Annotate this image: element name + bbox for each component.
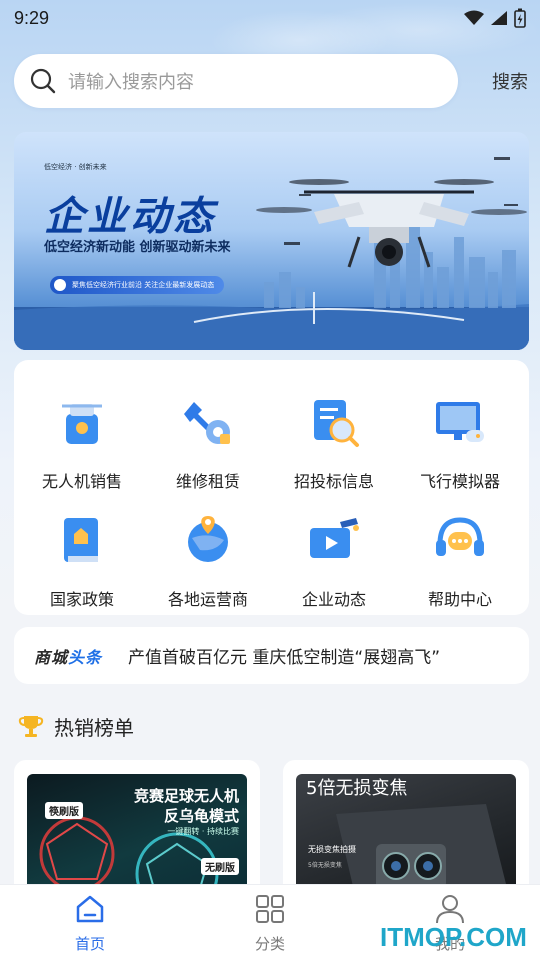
search-bar: 请输入搜索内容 搜索 [14, 54, 530, 108]
status-time: 9:29 [14, 7, 50, 28]
product-card[interactable]: 5倍无损变焦 无损变焦拍摄 5倍无损变焦 [283, 760, 529, 900]
product-subtitle: 无损变焦拍摄 [308, 845, 356, 854]
banner-pill: 聚焦低空经济行业前沿 关注企业最新发展动态 [50, 276, 225, 294]
grid-item-help[interactable]: 帮助中心 [396, 484, 524, 609]
banner-title: 企业动态 [44, 194, 216, 240]
battery-icon [514, 8, 526, 28]
news-ticker[interactable]: 商城头条 产值首破百亿元 重庆低空制造“展翅高飞” [14, 627, 529, 684]
signal-icon [491, 11, 507, 25]
product-badge: 无刷版 [201, 858, 239, 875]
grid-item-news[interactable]: 企业动态 [270, 484, 398, 609]
news-brand: 商城头条 [34, 644, 102, 668]
banner-pill-text: 聚焦低空经济行业前沿 关注企业最新发展动态 [72, 281, 215, 289]
status-icons [464, 8, 526, 28]
product-image: 竞赛足球无人机 反乌龟模式 一键翻转 · 持续比赛 筷刷版 无刷版 [27, 774, 247, 900]
banner-small-text: 低空经济 · 创新未来 [44, 163, 107, 171]
banner-subtitle: 低空经济新动能 创新驱动新未来 [44, 240, 231, 255]
grid-item-simulator[interactable]: 飞行模拟器 [396, 366, 524, 491]
drone-sale-icon [62, 404, 102, 444]
document-search-icon [314, 400, 359, 447]
grid-label: 帮助中心 [427, 590, 492, 609]
search-placeholder: 请输入搜索内容 [68, 72, 194, 93]
product-title: 竞赛足球无人机 反乌龟模式 [134, 786, 239, 826]
product-title: 5倍无损变焦 [306, 778, 408, 799]
grid-label: 企业动态 [301, 590, 366, 609]
tab-home[interactable]: 首页 [40, 893, 140, 954]
bell-icon [54, 279, 66, 291]
grid-item-operators[interactable]: 各地运营商 [144, 484, 272, 609]
grid-item-policy[interactable]: 国家政策 [18, 484, 146, 609]
video-graduation-icon [310, 518, 359, 558]
watermark: ITMOP.COM [380, 922, 527, 952]
product-card[interactable]: 竞赛足球无人机 反乌龟模式 一键翻转 · 持续比赛 筷刷版 无刷版 [14, 760, 260, 900]
search-input[interactable]: 请输入搜索内容 [14, 54, 458, 108]
globe-pin-icon [188, 516, 228, 562]
tab-label: 首页 [74, 935, 105, 953]
product-title-line2: 反乌龟模式 [163, 807, 239, 825]
grid-item-bidding[interactable]: 招投标信息 [270, 366, 398, 491]
user-icon [436, 895, 464, 924]
search-icon [30, 68, 56, 94]
status-bar: 9:29 [0, 0, 540, 36]
search-button[interactable]: 搜索 [492, 68, 530, 94]
trophy-icon [18, 716, 44, 737]
grid-item-drone-sale[interactable]: 无人机销售 [18, 366, 146, 491]
promo-banner[interactable]: 低空经济 · 创新未来 企业动态 低空经济新动能 创新驱动新未来 聚焦低空经济行… [14, 132, 529, 350]
wifi-icon [464, 10, 484, 25]
home-icon [76, 895, 104, 923]
simulator-monitor-icon [436, 402, 484, 442]
news-brand-highlight: 头条 [68, 647, 103, 667]
category-grid: 无人机销售 维修租赁 招投标信息 飞行模拟器 国家政策 各地运营商 企业动态 帮… [14, 360, 529, 615]
product-image: 5倍无损变焦 无损变焦拍摄 5倍无损变焦 [296, 774, 516, 900]
wrench-gear-icon [184, 402, 230, 444]
news-headline[interactable]: 产值首破百亿元 重庆低空制造“展翅高飞” [128, 643, 440, 668]
product-subtitle: 一键翻转 · 持续比赛 [167, 827, 239, 836]
grid-label: 各地运营商 [167, 590, 248, 609]
grid-item-repair-rent[interactable]: 维修租赁 [144, 366, 272, 491]
drone-illustration [256, 179, 527, 268]
product-badge: 筷刷版 [45, 802, 83, 819]
policy-book-icon [64, 518, 98, 562]
tab-category[interactable]: 分类 [220, 893, 320, 954]
product-subtitle-small: 5倍无损变焦 [308, 862, 342, 869]
headset-chat-icon [436, 517, 484, 556]
tab-label: 分类 [254, 935, 285, 953]
hot-section-title: 热销榜单 [18, 710, 134, 742]
product-title-line1: 竞赛足球无人机 [133, 787, 239, 805]
news-brand-prefix: 商城 [34, 647, 69, 667]
grid-icon [256, 895, 284, 923]
grid-label: 国家政策 [49, 590, 114, 609]
hot-section-label: 热销榜单 [54, 715, 134, 740]
